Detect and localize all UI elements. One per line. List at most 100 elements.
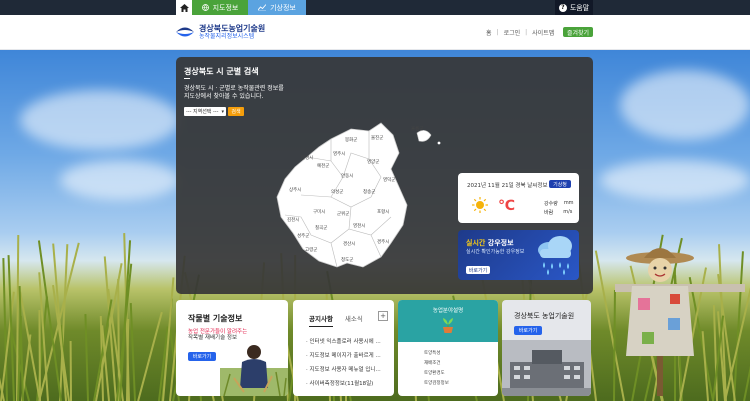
region-label[interactable]: 경산시 (343, 240, 355, 247)
region-label[interactable]: 울진군 (371, 134, 383, 141)
notice-tabs: 공지사항 새소식 (309, 313, 363, 327)
region-label[interactable]: 영주시 (333, 150, 345, 157)
nav-separator: | (496, 29, 499, 36)
region-label[interactable]: 청송군 (363, 188, 375, 195)
header: 경상북도농업기술원 농작물지리정보시스템 홈 | 로그인 | 사이트맵 즐겨찾기 (0, 15, 750, 50)
region-label[interactable]: 성주군 (297, 232, 309, 239)
analysis-item[interactable]: 재배조건 (424, 359, 449, 369)
map-panel-title: 경상북도 시 군별 검색 (184, 67, 259, 76)
map-mainland[interactable] (276, 122, 408, 268)
tab-notice[interactable]: 공지사항 (309, 313, 333, 327)
chart-icon (258, 4, 267, 11)
notice-item-text: 인터넷 익스플로러 사용시에 ... (309, 339, 381, 345)
institute-card: 경상북도 농업기술원 바로가기 (502, 300, 591, 396)
analysis-item[interactable]: 토양특성 (424, 349, 449, 359)
region-label[interactable]: 고령군 (305, 246, 317, 253)
institute-card-title: 경상북도 농업기술원 (514, 312, 575, 320)
help-button[interactable]: ? 도움말 (555, 0, 593, 15)
map-island-dokdo (437, 141, 441, 145)
rain-shortcut-button[interactable]: 바로가기 (466, 266, 490, 274)
tab-map-info[interactable]: 지도정보 (192, 0, 248, 15)
plant-pot-icon (443, 318, 453, 333)
region-label[interactable]: 안동시 (341, 172, 353, 179)
analysis-card-header: 농업분야설명 (398, 300, 498, 342)
region-label[interactable]: 예천군 (317, 162, 329, 169)
notice-item-text: 지도정보 사용자 메뉴얼 입니... (309, 367, 381, 373)
cloud (600, 160, 750, 200)
notice-item[interactable]: · 지도정보 메이지가 출바르게 ... (306, 349, 381, 363)
analysis-item[interactable]: 토양환경도 (424, 369, 449, 379)
region-label[interactable]: 경주시 (377, 238, 389, 245)
crop-info-card: 작물별 기술정보 농업 전문가들이 알려주는 작목별 재배기술 정보 바로가기 (176, 300, 288, 396)
notice-card: 공지사항 새소식 + · 인터넷 익스플로러 사용시에 ... · 지도정보 메… (293, 300, 394, 396)
notice-item-text: 지도정보 메이지가 출바르게 ... (309, 353, 381, 359)
institute-building-photo (502, 340, 591, 396)
notice-item[interactable]: · 사이버측정정보(11월18일) (306, 377, 381, 391)
help-label: 도움말 (569, 3, 590, 12)
crop-shortcut-button[interactable]: 바로가기 (188, 352, 216, 361)
region-label[interactable]: 봉화군 (345, 137, 357, 143)
tab-weather-info[interactable]: 기상정보 (248, 0, 306, 15)
search-button[interactable]: 검색 (228, 107, 244, 116)
region-label[interactable]: 청도군 (341, 257, 353, 263)
favorite-button[interactable]: 즐겨찾기 (563, 27, 593, 37)
rain-card-title: 실시간 강우정보 (466, 238, 514, 248)
grass-blade (129, 303, 136, 401)
rain-cloud-icon (538, 236, 572, 275)
nav-home[interactable]: 홈 (486, 28, 492, 37)
logo-title: 경상북도농업기술원 (199, 24, 266, 33)
home-button[interactable] (176, 0, 192, 15)
region-label[interactable]: 영천시 (353, 222, 365, 229)
top-bar: 지도정보 기상정보 ? 도움말 (0, 0, 750, 15)
region-label[interactable]: 구미시 (313, 208, 325, 215)
gyeongbuk-map: 울릉군 봉화군 울진군 영주시 문경시 예천군 영양군 안동시 상주시 의성군 … (276, 122, 441, 268)
title-underline (184, 78, 190, 79)
wind-label: 바람 (544, 210, 554, 216)
region-label[interactable]: 영양군 (367, 158, 379, 165)
region-label[interactable]: 문경시 (301, 154, 313, 161)
logo-subtitle: 농작물지리정보시스템 (199, 33, 255, 40)
rain-card-subtitle: 실시간 확인가능한 강우정보 (466, 249, 525, 255)
tab-weather-label: 기상정보 (270, 3, 296, 12)
logo-mark-icon (176, 27, 194, 37)
region-label[interactable]: 포항시 (377, 208, 389, 215)
map-panel-description: 경상북도 시 · 군별로 농작물관련 정보를 지도상에서 찾아볼 수 있습니다. (184, 85, 304, 101)
region-label[interactable]: 칠곡군 (315, 224, 327, 231)
tab-news[interactable]: 새소식 (345, 313, 363, 327)
home-icon (179, 3, 189, 12)
region-label[interactable]: 상주시 (289, 186, 301, 193)
analysis-card-title: 농업분야설명 (432, 308, 464, 314)
header-nav: 홈 | 로그인 | 사이트맵 (486, 28, 554, 37)
cloud (20, 90, 180, 150)
precipitation-unit: mm (563, 200, 574, 206)
region-select[interactable]: --- 지역선택 --- (184, 107, 226, 116)
rain-title-highlight: 실시간 (466, 239, 486, 247)
notice-item[interactable]: · 인터넷 익스플로러 사용시에 ... (306, 335, 381, 349)
logo[interactable]: 경상북도농업기술원 농작물지리정보시스템 (176, 24, 265, 40)
more-button[interactable]: + (378, 311, 388, 321)
grass-blade (84, 314, 89, 401)
grass-blade (69, 340, 72, 401)
kma-button[interactable]: 기상청 (549, 180, 571, 188)
crop-card-title: 작물별 기술정보 (188, 314, 243, 323)
nav-login[interactable]: 로그인 (504, 28, 521, 37)
cloud (620, 70, 750, 140)
notice-item[interactable]: · 지도정보 사용자 메뉴얼 입니... (306, 363, 381, 377)
institute-shortcut-button[interactable]: 바로가기 (514, 326, 542, 335)
scarecrow-image (615, 248, 745, 396)
region-label[interactable]: 울릉군 (411, 126, 423, 132)
notice-list: · 인터넷 익스플로러 사용시에 ... · 지도정보 메이지가 출바르게 ..… (306, 335, 381, 391)
rain-title-rest: 강우정보 (485, 239, 514, 247)
temperature-value: ℃ (498, 198, 515, 214)
region-label[interactable]: 영덕군 (383, 176, 395, 183)
region-label[interactable]: 군위군 (337, 210, 349, 217)
analysis-item[interactable]: 토양검정정보 (424, 379, 449, 389)
notice-item-text: 사이버측정정보(11월18일) (309, 381, 374, 387)
map-island-ulleung[interactable] (416, 130, 432, 142)
sun-icon (472, 197, 488, 213)
nav-sitemap[interactable]: 사이트맵 (532, 28, 554, 37)
map-desc-line1: 경상북도 시 · 군별로 농작물관련 정보를 (184, 85, 284, 92)
region-label[interactable]: 김천시 (287, 216, 299, 223)
region-label[interactable]: 의성군 (331, 188, 343, 195)
globe-icon (201, 4, 209, 11)
